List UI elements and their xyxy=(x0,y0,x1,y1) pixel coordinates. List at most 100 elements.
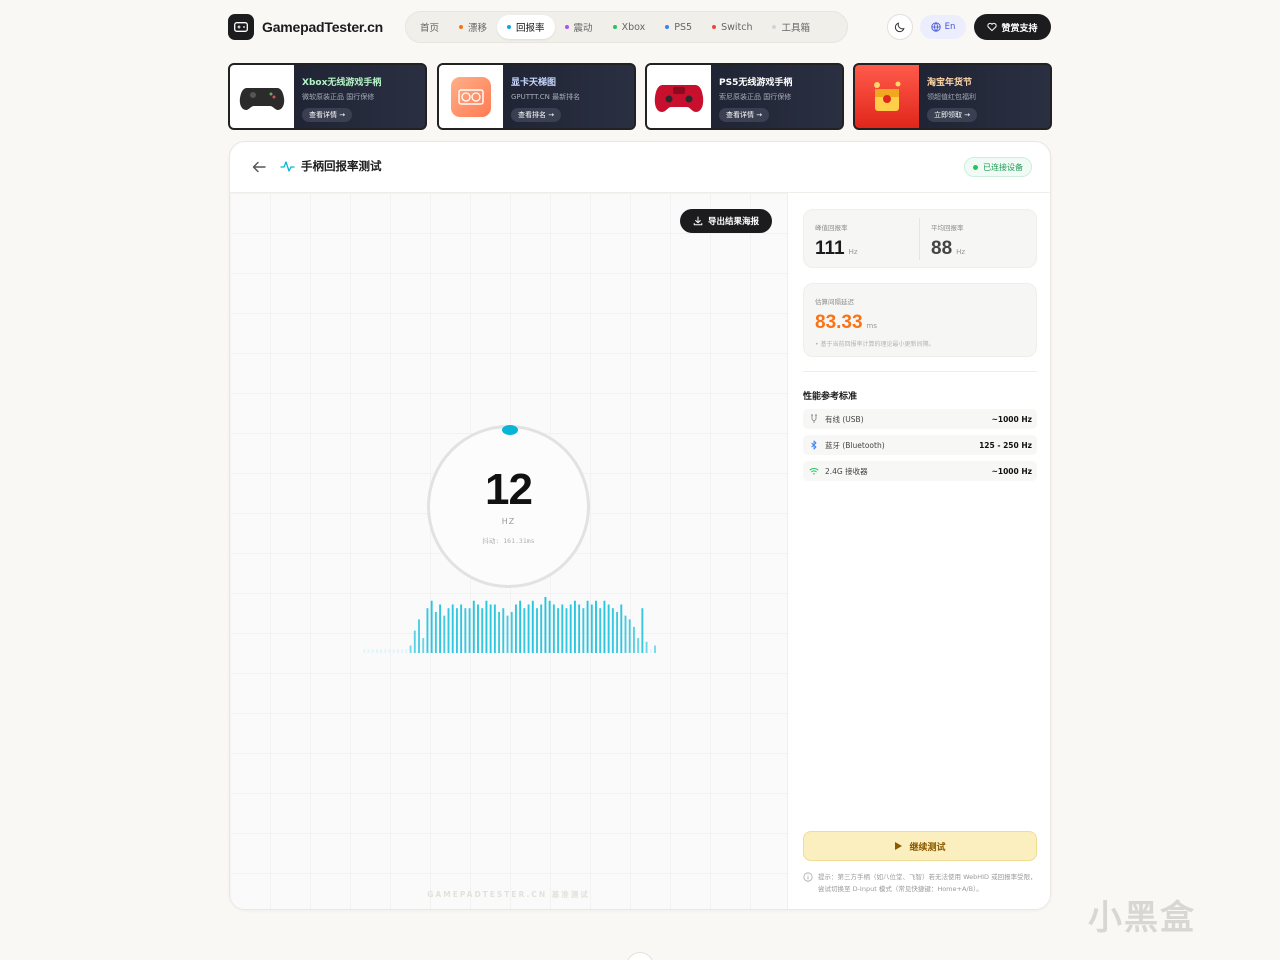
history-bar xyxy=(405,649,408,653)
history-bar xyxy=(637,638,640,653)
latency-note: • 基于当前回报率计算的理论最小更新间隔。 xyxy=(815,341,935,348)
banner-title: PS5无线游戏手柄 xyxy=(719,78,793,88)
history-bar xyxy=(540,604,543,653)
history-bar xyxy=(586,600,589,653)
history-bar xyxy=(595,600,597,653)
nav-item-1[interactable]: 漂移 xyxy=(449,15,497,39)
history-bar xyxy=(569,604,572,653)
history-bar xyxy=(616,611,619,653)
nav-item-5[interactable]: PS5 xyxy=(655,15,702,39)
history-bar xyxy=(573,600,576,653)
history-bar xyxy=(578,604,581,653)
page-title: 手柄回报率测试 xyxy=(280,158,382,174)
history-bar xyxy=(582,608,585,653)
avg-rate-value: 88 xyxy=(931,238,953,259)
banner-ps5[interactable]: PS5无线游戏手柄 索尼原装正品 国行保修 查看详情 → xyxy=(645,63,844,130)
nav-dot-icon xyxy=(712,25,717,29)
nav-item-label: 工具箱 xyxy=(781,23,810,34)
history-bar xyxy=(544,597,547,653)
scroll-top-button[interactable] xyxy=(626,952,654,960)
gauge-value: 12 xyxy=(485,465,533,514)
site-watermark: 小黑盒 xyxy=(1088,898,1196,938)
history-bar xyxy=(460,604,463,653)
continue-test-button[interactable]: 继续测试 xyxy=(803,831,1037,861)
reference-label: 有线 (USB) xyxy=(825,414,864,424)
pulse-icon xyxy=(280,160,295,172)
latency-unit: ms xyxy=(866,322,878,330)
peak-rate-unit: Hz xyxy=(848,248,858,256)
red-envelope-image xyxy=(855,65,919,128)
history-bar xyxy=(531,600,534,653)
banner-title: Xbox无线游戏手柄 xyxy=(302,78,382,88)
latency-label: 估算间隔延迟 xyxy=(815,298,854,306)
bluetooth-icon xyxy=(808,439,820,451)
history-bar xyxy=(430,600,433,653)
reference-row-usb: 有线 (USB) ~1000 Hz xyxy=(803,409,1037,429)
history-bar xyxy=(375,649,378,653)
connection-status-text: 已连接设备 xyxy=(983,162,1023,172)
export-poster-button[interactable]: 导出结果海报 xyxy=(680,209,772,233)
latency-box: 估算间隔延迟 83.33 ms • 基于当前回报率计算的理论最小更新间隔。 xyxy=(803,283,1037,357)
nav-item-2[interactable]: 回报率 xyxy=(497,15,555,39)
history-bar xyxy=(481,608,484,653)
usb-icon xyxy=(808,413,820,425)
banner-cta[interactable]: 查看详情 → xyxy=(719,108,770,122)
nav-item-label: 首页 xyxy=(420,23,440,34)
tip-note: 提示：第三方手柄（如八位堂、飞智）若无法使用 WebHID 或回报率受限，尝试切… xyxy=(803,871,1037,895)
banner-xbox[interactable]: Xbox无线游戏手柄 微软原装正品 国行保修 查看详情 → xyxy=(228,63,427,130)
gauge-jitter: 抖动: 161.31ms xyxy=(482,537,535,545)
nav-dot-icon xyxy=(507,25,512,29)
history-bar xyxy=(628,619,631,653)
reference-row-bluetooth: 蓝牙 (Bluetooth) 125 - 250 Hz xyxy=(803,435,1037,455)
history-bar xyxy=(506,615,509,653)
language-button[interactable]: En xyxy=(920,15,966,39)
history-bar xyxy=(548,600,551,653)
heart-icon xyxy=(987,22,998,32)
banner-taobao[interactable]: 淘宝年货节 领超值红包福利 立即领取 → xyxy=(853,63,1052,130)
back-arrow-icon[interactable] xyxy=(250,158,268,176)
wifi-icon xyxy=(808,465,820,477)
nav-dot-icon xyxy=(772,25,777,29)
support-button[interactable]: 赞赏支持 xyxy=(974,14,1051,40)
history-bar xyxy=(426,608,429,653)
history-bar xyxy=(607,604,610,653)
banner-title: 显卡天梯图 xyxy=(511,78,557,88)
history-bar xyxy=(641,608,644,653)
support-label: 赞赏支持 xyxy=(1001,23,1038,34)
nav-item-7[interactable]: 工具箱 xyxy=(762,15,820,39)
history-bar xyxy=(620,604,623,653)
banner-cta[interactable]: 查看详情 → xyxy=(302,108,353,122)
history-bar xyxy=(447,608,450,653)
history-bar xyxy=(380,649,383,653)
banner-cta[interactable]: 立即领取 → xyxy=(927,108,978,122)
nav-item-6[interactable]: Switch xyxy=(702,15,762,39)
history-bar xyxy=(557,608,560,653)
reference-label: 蓝牙 (Bluetooth) xyxy=(825,440,885,450)
logo[interactable]: GamepadTester.cn xyxy=(228,14,383,40)
history-bar xyxy=(590,604,593,653)
page-title-text: 手柄回报率测试 xyxy=(301,159,382,173)
nav-item-4[interactable]: Xbox xyxy=(603,15,656,39)
nav-item-3[interactable]: 震动 xyxy=(555,15,603,39)
history-bar xyxy=(510,611,513,653)
history-bar xyxy=(498,611,501,653)
history-bar xyxy=(632,626,635,653)
nav-dot-icon xyxy=(665,25,670,29)
history-bar xyxy=(561,604,564,653)
nav-item-label: 回报率 xyxy=(516,23,545,34)
rate-stats-box: 峰值回报率 111 Hz 平均回报率 88 Hz xyxy=(803,209,1037,268)
benchmark-watermark: GAMEPADTESTER.CN 基准测试 xyxy=(427,890,590,899)
history-bar xyxy=(599,608,602,653)
history-bar xyxy=(422,638,425,653)
main-nav: 首页 漂移 回报率 震动 Xbox PS5 Switch 工具箱 xyxy=(405,11,848,43)
theme-toggle-button[interactable] xyxy=(887,14,913,40)
history-bar xyxy=(455,608,458,653)
history-bar xyxy=(649,649,652,653)
banner-gpu[interactable]: 显卡天梯图 GPUTTT.CN 最新排名 查看排名 → xyxy=(437,63,636,130)
banner-cta[interactable]: 查看排名 → xyxy=(511,108,562,122)
nav-item-0[interactable]: 首页 xyxy=(410,15,449,39)
banner-subtitle: 索尼原装正品 国行保修 xyxy=(719,93,792,101)
nav-dot-icon xyxy=(564,25,569,29)
brand-name: GamepadTester.cn xyxy=(262,19,384,35)
moon-icon xyxy=(894,22,905,33)
